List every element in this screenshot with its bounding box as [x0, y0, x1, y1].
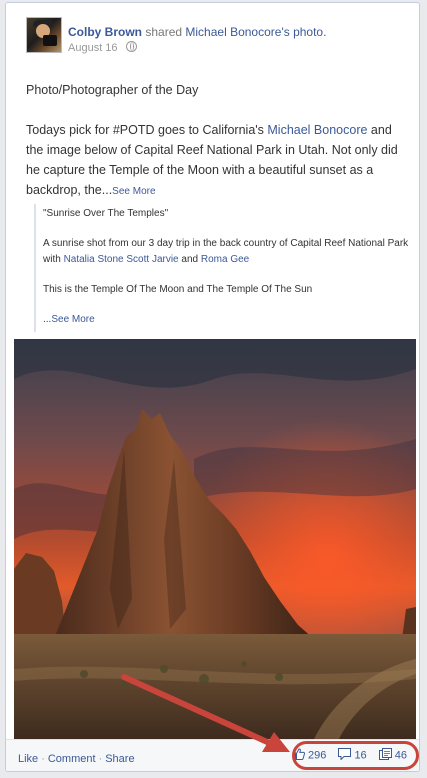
author-line: Colby Brown shared Michael Bonocore's ph… — [68, 25, 326, 39]
post-meta: August 16 — [68, 41, 137, 54]
author-name[interactable]: Colby Brown — [68, 25, 142, 39]
caption-see-more-link[interactable]: See More — [51, 314, 94, 325]
globe-icon[interactable] — [125, 41, 137, 52]
post-card: Colby Brown shared Michael Bonocore's ph… — [5, 2, 420, 772]
post-body: Photo/Photographer of the Day Todays pic… — [26, 80, 411, 202]
caption-and: and — [178, 254, 201, 265]
shared-caption: "Sunrise Over The Temples" A sunrise sho… — [34, 204, 413, 332]
caption-title: "Sunrise Over The Temples" — [43, 208, 169, 219]
action-separator: · — [41, 753, 45, 765]
shared-photo-link[interactable]: Michael Bonocore's photo. — [185, 25, 326, 39]
photographer-link[interactable]: Michael Bonocore — [267, 123, 367, 137]
comment-button[interactable]: Comment — [48, 753, 96, 765]
tagged-link-2[interactable]: Roma Gee — [201, 254, 249, 265]
post-header: Colby Brown shared Michael Bonocore's ph… — [26, 17, 406, 57]
post-description: Todays pick for #POTD goes to California… — [26, 120, 411, 202]
post-photo[interactable] — [14, 339, 416, 739]
post-text-part1: Todays pick for #POTD goes to California… — [26, 123, 268, 137]
caption-line2: This is the Temple Of The Moon and The T… — [43, 284, 313, 295]
share-button[interactable]: Share — [105, 753, 134, 765]
action-separator: · — [98, 753, 103, 765]
avatar-camera — [43, 35, 57, 46]
post-actions: Like · Comment · Share — [18, 753, 135, 765]
tagged-link-1[interactable]: Natalia Stone Scott Jarvie — [64, 254, 179, 265]
caption-more: ...See More — [43, 312, 413, 328]
shared-verb: shared — [145, 25, 183, 39]
see-more-link[interactable]: See More — [112, 186, 155, 197]
post-intro: Photo/Photographer of the Day — [26, 83, 199, 97]
annotation-ring — [292, 741, 419, 770]
post-date[interactable]: August 16 — [68, 42, 118, 54]
like-button[interactable]: Like — [18, 753, 38, 765]
caption-body: A sunrise shot from our 3 day trip in th… — [43, 236, 413, 268]
avatar[interactable] — [26, 17, 62, 53]
